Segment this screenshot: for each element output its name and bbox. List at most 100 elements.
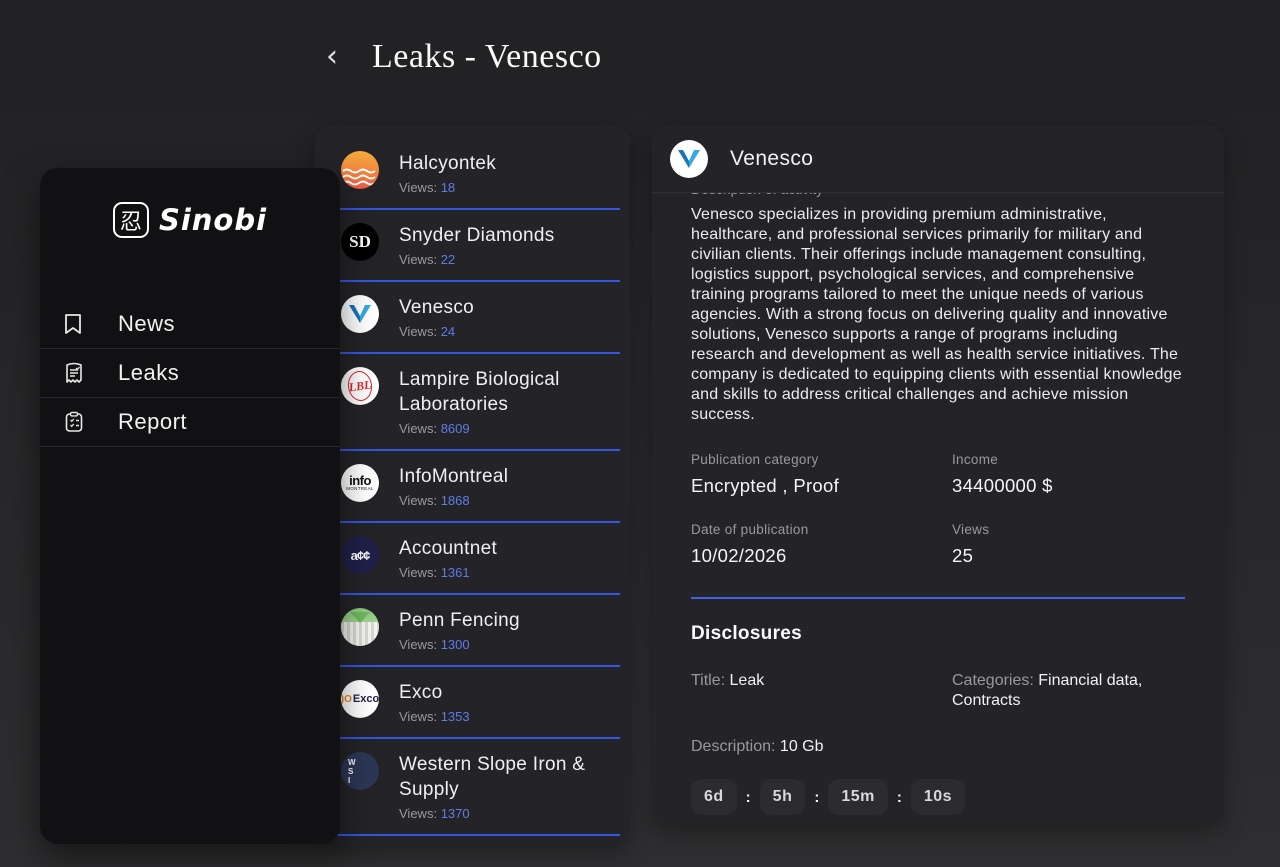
- views-count: 18: [441, 180, 455, 195]
- views-label: Views:: [399, 637, 437, 652]
- views-count: 1300: [441, 637, 470, 652]
- disclosure-categories: Categories: Financial data, Contracts: [952, 671, 1185, 711]
- sidebar-item-report[interactable]: Report: [40, 398, 340, 447]
- arrow-graphic: [350, 612, 370, 623]
- logo-text: info: [349, 475, 371, 486]
- disclosure-row: Title: Leak Categories: Financial data, …: [691, 671, 1185, 711]
- field-label: Date of publication: [691, 522, 952, 537]
- views-label: Views:: [399, 252, 437, 267]
- description-value: 10 Gb: [780, 738, 824, 755]
- venesco-logo: [670, 140, 708, 178]
- views-label: Views:: [399, 493, 437, 508]
- company-name: Snyder Diamonds: [399, 223, 555, 248]
- lampire-logo: LBL: [341, 367, 379, 405]
- company-name: Western Slope Iron & Supply: [399, 752, 620, 802]
- timer-separator: :: [746, 789, 751, 806]
- venesco-logo: [341, 295, 379, 333]
- field-value: Encrypted , Proof: [691, 475, 952, 497]
- list-item-venesco[interactable]: Venesco Views: 24: [335, 282, 620, 354]
- categories-label: Categories:: [952, 672, 1038, 689]
- exco-logo: )O Exco: [341, 680, 379, 718]
- field-date-of-publication: Date of publication 10/02/2026: [691, 522, 952, 567]
- views-label: Views:: [399, 709, 437, 724]
- field-label: Views: [952, 522, 1185, 537]
- views-count: 1370: [441, 806, 470, 821]
- views-count: 1353: [441, 709, 470, 724]
- disclosures-heading: Disclosures: [691, 623, 1185, 645]
- page-title: Leaks - Venesco: [372, 38, 602, 76]
- field-income: Income 34400000 $: [952, 452, 1185, 497]
- publication-fields: Publication category Encrypted , Proof I…: [691, 452, 1185, 567]
- views-label: Views:: [399, 806, 437, 821]
- list-item-western-slope[interactable]: W S I Western Slope Iron & Supply Views:…: [335, 739, 620, 836]
- timer-seconds: 10s: [911, 779, 965, 815]
- field-value: 10/02/2026: [691, 545, 952, 567]
- sidebar-item-leaks[interactable]: Leaks: [40, 349, 340, 398]
- sidebar: 忍 Sinobi News Leaks Report: [40, 168, 340, 844]
- penn-fencing-logo: [341, 608, 379, 646]
- disclosure-title: Title: Leak: [691, 671, 952, 711]
- timer-days: 6d: [691, 779, 737, 815]
- list-item-halcyontek[interactable]: Halcyontek Views: 18: [335, 138, 620, 210]
- snyder-diamonds-logo: SD: [341, 223, 379, 261]
- clipboard-icon: [64, 411, 84, 433]
- back-button[interactable]: ‹: [318, 38, 346, 76]
- logo-monogram: LBL: [346, 369, 374, 402]
- accountnet-logo: a¢¢: [341, 536, 379, 574]
- disclosures-divider: [691, 597, 1185, 599]
- views-label: Views:: [399, 180, 437, 195]
- list-item-lampire[interactable]: LBL Lampire Biological Laboratories View…: [335, 354, 620, 451]
- sidebar-item-label: Leaks: [118, 360, 179, 386]
- disclosure-description: Description: 10 Gb: [691, 737, 1185, 757]
- list-item-accountnet[interactable]: a¢¢ Accountnet Views: 1361: [335, 523, 620, 595]
- logo-subtext: MONTREAL: [346, 486, 373, 491]
- views-count: 1361: [441, 565, 470, 580]
- logo-line: W: [348, 758, 356, 767]
- views-count: 24: [441, 324, 455, 339]
- bookmark-icon: [64, 313, 84, 335]
- title-label: Title:: [691, 672, 730, 689]
- infomontreal-logo: info MONTREAL: [341, 464, 379, 502]
- field-label: Publication category: [691, 452, 952, 467]
- field-views: Views 25: [952, 522, 1185, 567]
- timer-separator: :: [814, 789, 819, 806]
- fence-graphic: [341, 622, 379, 646]
- detail-body[interactable]: Description of activity Venesco speciali…: [652, 193, 1224, 815]
- field-value: 25: [952, 545, 1185, 567]
- description-label: Description:: [691, 738, 780, 755]
- timer-separator: :: [897, 789, 902, 806]
- sidebar-item-label: Report: [118, 409, 187, 435]
- companies-list-panel: Halcyontek Views: 18 SD Snyder Diamonds …: [315, 125, 630, 845]
- logo-line: S: [348, 767, 354, 776]
- views-label: Views:: [399, 421, 437, 436]
- company-name: Venesco: [399, 295, 474, 320]
- views-count: 8609: [441, 421, 470, 436]
- sidebar-nav: News Leaks Report: [40, 300, 340, 447]
- logo-mark: )O: [341, 694, 352, 705]
- company-list: Halcyontek Views: 18 SD Snyder Diamonds …: [315, 138, 630, 836]
- company-name: Penn Fencing: [399, 608, 520, 633]
- views-count: 22: [441, 252, 455, 267]
- company-name: Exco: [399, 680, 470, 705]
- sidebar-item-news[interactable]: News: [40, 300, 340, 349]
- field-publication-category: Publication category Encrypted , Proof: [691, 452, 952, 497]
- company-name: Lampire Biological Laboratories: [399, 367, 620, 417]
- list-item-penn-fencing[interactable]: Penn Fencing Views: 1300: [335, 595, 620, 667]
- detail-header: Venesco: [652, 125, 1224, 193]
- list-item-exco[interactable]: )O Exco Exco Views: 1353: [335, 667, 620, 739]
- clipped-scroll-text: Description of activity: [691, 193, 1185, 200]
- timer-hours: 5h: [760, 779, 806, 815]
- title-value: Leak: [730, 672, 765, 689]
- western-slope-logo: W S I: [341, 752, 379, 790]
- sinobi-logo: 忍 Sinobi: [40, 196, 340, 244]
- logo-line: I: [348, 776, 351, 785]
- list-item-snyder-diamonds[interactable]: SD Snyder Diamonds Views: 22: [335, 210, 620, 282]
- views-count: 1868: [441, 493, 470, 508]
- field-label: Income: [952, 452, 1185, 467]
- list-item-infomontreal[interactable]: info MONTREAL InfoMontreal Views: 1868: [335, 451, 620, 523]
- page-header: ‹ Leaks - Venesco: [318, 38, 602, 76]
- brand-text: Sinobi: [159, 203, 267, 237]
- logo-text: Exco: [353, 693, 379, 705]
- company-name: Halcyontek: [399, 151, 496, 176]
- logo-monogram: a¢¢: [351, 548, 370, 563]
